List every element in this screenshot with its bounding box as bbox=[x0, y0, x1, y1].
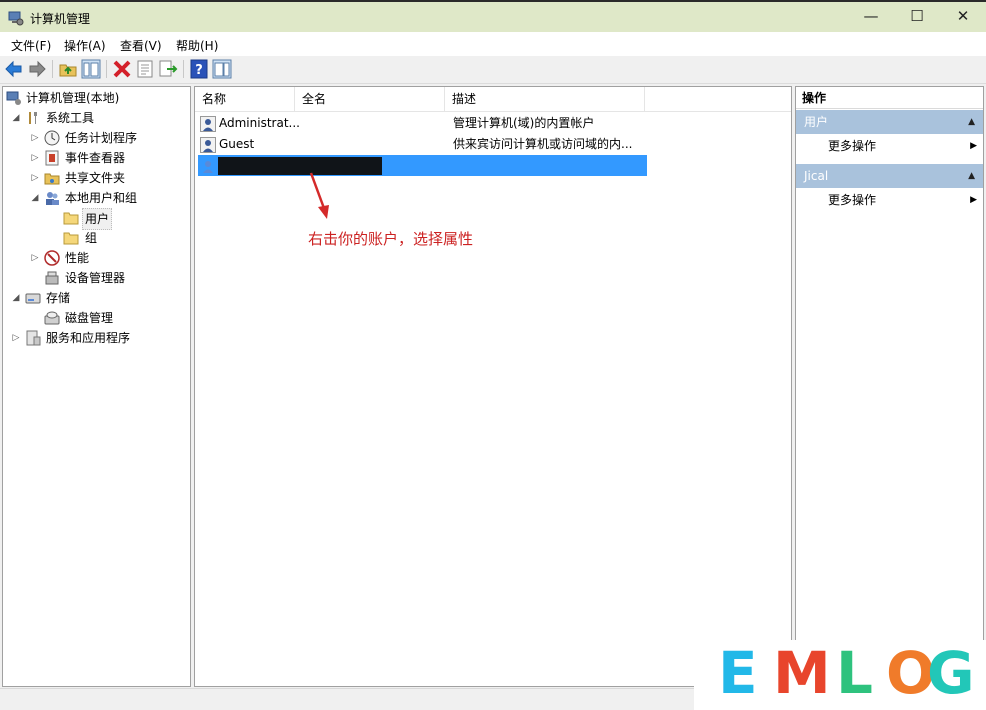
delete-icon[interactable] bbox=[112, 59, 132, 79]
logo-letter: L bbox=[836, 639, 873, 707]
expand-arrow-icon[interactable]: ▷ bbox=[30, 168, 40, 188]
user-icon bbox=[200, 116, 216, 132]
menu-view[interactable]: 查看(V) bbox=[120, 37, 162, 54]
maximize-button[interactable]: ☐ bbox=[894, 2, 940, 32]
action-more-actions[interactable]: 更多操作 ▶ bbox=[796, 135, 983, 157]
tree-label: 本地用户和组 bbox=[65, 191, 138, 205]
user-icon bbox=[203, 161, 213, 173]
collapse-arrow-icon[interactable]: ◢ bbox=[30, 188, 40, 208]
folder-icon bbox=[63, 212, 79, 225]
collapse-arrow-icon[interactable]: ◢ bbox=[11, 108, 21, 128]
tree-label: 存储 bbox=[46, 291, 71, 305]
show-hide-tree-icon[interactable] bbox=[81, 59, 101, 79]
minimize-button[interactable]: — bbox=[848, 2, 894, 32]
user-list-pane: 名称 全名 描述 Administrat... 管理计算机(域)的内置帐户 Gu… bbox=[194, 86, 792, 687]
logo-letter: E bbox=[718, 639, 758, 707]
menu-bar: 文件(F) 操作(A) 查看(V) 帮助(H) bbox=[0, 32, 986, 56]
action-more-actions[interactable]: 更多操作 ▶ bbox=[796, 189, 983, 211]
forward-arrow-icon[interactable] bbox=[27, 59, 47, 79]
services-icon bbox=[26, 330, 41, 346]
device-manager-icon bbox=[45, 271, 59, 285]
menu-help[interactable]: 帮助(H) bbox=[176, 37, 218, 54]
toolbar-separator bbox=[106, 60, 107, 78]
expand-arrow-icon[interactable]: ▷ bbox=[11, 328, 21, 348]
list-row-current-user[interactable] bbox=[198, 155, 647, 176]
event-viewer-icon bbox=[45, 150, 59, 166]
tree-label: 性能 bbox=[65, 251, 90, 265]
emlog-watermark-logo: E M L O G bbox=[694, 640, 986, 710]
tree-label: 系统工具 bbox=[46, 111, 95, 125]
action-label: 更多操作 bbox=[828, 193, 877, 207]
logo-letter: M bbox=[773, 639, 831, 707]
list-row-guest[interactable]: Guest 供来宾访问计算机或访问域的内... bbox=[198, 134, 647, 155]
column-header-fullname[interactable]: 全名 bbox=[295, 87, 445, 111]
list-row-administrator[interactable]: Administrat... 管理计算机(域)的内置帐户 bbox=[198, 113, 647, 134]
logo-letter: G bbox=[927, 639, 975, 707]
tree-label: 共享文件夹 bbox=[65, 171, 126, 185]
tools-icon bbox=[29, 112, 37, 124]
user-name: Administrat... bbox=[219, 116, 300, 130]
user-description: 管理计算机(域)的内置帐户 bbox=[453, 116, 595, 130]
export-list-icon[interactable] bbox=[158, 59, 178, 79]
action-group-title: Jical bbox=[804, 169, 829, 183]
annotation-arrow bbox=[309, 172, 329, 219]
collapse-triangle-icon[interactable]: ▲ bbox=[968, 110, 975, 134]
toolbar-separator bbox=[52, 60, 53, 78]
toolbar-separator bbox=[183, 60, 184, 78]
folder-icon bbox=[63, 232, 79, 245]
header-divider bbox=[195, 111, 791, 112]
action-group-users[interactable]: 用户 ▲ bbox=[796, 110, 983, 134]
properties-icon[interactable] bbox=[135, 59, 155, 79]
expand-arrow-icon[interactable]: ▷ bbox=[30, 248, 40, 268]
clock-icon bbox=[44, 130, 60, 146]
computer-management-icon bbox=[6, 91, 21, 105]
expand-arrow-icon[interactable]: ▷ bbox=[30, 128, 40, 148]
help-icon[interactable]: ? bbox=[189, 59, 209, 79]
tree-label: 计算机管理(本地) bbox=[26, 91, 120, 105]
user-icon bbox=[200, 137, 216, 153]
shared-folder-icon bbox=[44, 173, 60, 185]
submenu-arrow-icon: ▶ bbox=[970, 195, 977, 205]
up-folder-icon[interactable] bbox=[58, 59, 78, 79]
action-label: 更多操作 bbox=[828, 139, 877, 153]
tree-label: 磁盘管理 bbox=[65, 311, 114, 325]
collapse-triangle-icon[interactable]: ▲ bbox=[968, 164, 975, 188]
actions-pane: 操作 用户 ▲ 更多操作 ▶ Jical ▲ 更多操作 ▶ bbox=[795, 86, 984, 642]
performance-icon bbox=[44, 250, 60, 266]
action-group-jical[interactable]: Jical ▲ bbox=[796, 164, 983, 188]
redacted-username bbox=[218, 157, 382, 175]
collapse-arrow-icon[interactable]: ◢ bbox=[11, 288, 21, 308]
window-title: 计算机管理 bbox=[30, 12, 91, 26]
tree-label: 设备管理器 bbox=[65, 271, 126, 285]
computer-management-icon bbox=[8, 11, 24, 26]
tree-label: 任务计划程序 bbox=[65, 131, 138, 145]
svg-text:?: ? bbox=[195, 63, 203, 78]
tree-label: 服务和应用程序 bbox=[46, 331, 131, 345]
toolbar: ? bbox=[0, 56, 986, 84]
expand-arrow-icon[interactable]: ▷ bbox=[30, 148, 40, 168]
close-button[interactable]: ✕ bbox=[940, 2, 986, 32]
user-name: Guest bbox=[219, 137, 255, 151]
show-hide-action-pane-icon[interactable] bbox=[212, 59, 232, 79]
back-arrow-icon[interactable] bbox=[4, 59, 24, 79]
actions-header: 操作 bbox=[796, 87, 983, 109]
column-header-description[interactable]: 描述 bbox=[445, 87, 645, 111]
menu-action[interactable]: 操作(A) bbox=[64, 37, 106, 54]
column-header-name[interactable]: 名称 bbox=[195, 87, 295, 111]
menu-file[interactable]: 文件(F) bbox=[11, 37, 51, 54]
tree-label: 事件查看器 bbox=[65, 151, 126, 165]
disk-icon bbox=[44, 311, 60, 325]
navigation-tree: 计算机管理(本地) ◢ 系统工具 ▷ 任务计划程序 ▷ 事件查看器 ▷ 共享文件… bbox=[2, 86, 191, 687]
users-group-icon bbox=[46, 192, 59, 205]
tree-label: 用户 bbox=[82, 208, 113, 230]
title-bar: 计算机管理 — ☐ ✕ bbox=[0, 0, 986, 32]
storage-icon bbox=[25, 293, 41, 304]
tree-label: 组 bbox=[85, 231, 98, 245]
submenu-arrow-icon: ▶ bbox=[970, 141, 977, 151]
user-description: 供来宾访问计算机或访问域的内... bbox=[453, 137, 633, 151]
action-group-title: 用户 bbox=[804, 115, 829, 129]
annotation-text: 右击你的账户，选择属性 bbox=[308, 230, 474, 248]
